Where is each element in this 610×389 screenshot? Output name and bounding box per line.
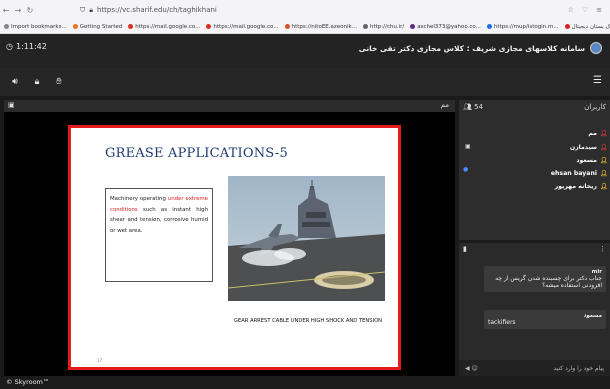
bookmark-favicon-icon (206, 24, 212, 29)
slide-text-box: Machinery operating under extreme condit… (105, 188, 213, 282)
presentation-panel: ▣ مم GREASE APPLICATIONS-5 Machinery ope… (4, 100, 455, 376)
bookmark-label: Import bookmarks... (11, 23, 67, 30)
bookmark-item[interactable]: Getting Started (72, 23, 123, 30)
chat-message: mir جناب دکتر برای چسبنده شدن گریس از چه… (484, 266, 606, 292)
speaker-icon[interactable]: 🔊︎ (8, 75, 22, 89)
bookmark-item[interactable]: https://mail.google.co... (206, 23, 279, 30)
screen: ← → ↻ ⛉ 🔒︎ https://vc.sharif.edu/ch/tagh… (0, 0, 610, 389)
user-name: مم (588, 130, 597, 137)
user-icon: 👤︎ (600, 170, 608, 177)
users-panel: 👥︎ 54 کاربران مم 👤︎ سیدمازن 👤︎ مسعود 👤︎ ehsan … (459, 100, 610, 240)
screen-share-icon: ▣ (465, 143, 471, 150)
bookmark-star-icon[interactable]: ☆ (568, 6, 574, 14)
bookmark-item[interactable]: https://mup/istogin.m... (486, 23, 559, 30)
shield-icon: ⛉ (80, 5, 86, 14)
send-icon[interactable]: ◀ ☺ (465, 365, 478, 372)
sharif-logo (590, 42, 602, 54)
bookmark-item[interactable]: قلبه - قارک بستان دیجیتال (564, 23, 610, 30)
bookmark-favicon-icon (564, 24, 570, 29)
menu-icon[interactable]: ≡ (596, 6, 602, 14)
lock-icon[interactable]: 🔒︎ (30, 75, 44, 89)
clock-icon: ◷ (6, 42, 13, 51)
timer-text: 1:11:42 (15, 42, 47, 51)
chat-text: tackifiers (488, 319, 516, 326)
user-list-item[interactable]: سیدمازن 👤︎ (569, 144, 608, 151)
user-name: مسعود (576, 157, 597, 164)
user-list-item[interactable]: مم 👤︎ (588, 130, 608, 137)
bookmark-item[interactable]: Import bookmarks... (4, 24, 67, 30)
user-icon: 👤︎ (600, 157, 608, 164)
bookmark-favicon-icon (72, 24, 78, 29)
users-header: 👥︎ 54 کاربران (459, 100, 610, 114)
user-list-item[interactable]: ehsan bayani 👤︎ (550, 170, 608, 177)
back-icon[interactable]: ← (0, 6, 12, 15)
side-panel: 👥︎ 54 کاربران مم 👤︎ سیدمازن 👤︎ مسعود 👤︎ ehsan … (459, 100, 610, 376)
app-header: ◷ 1:11:42 سامانه کلاسهای مجازی شریف : کل… (0, 34, 610, 68)
chat-text: جناب دکتر برای چسبنده شدن گریس از چه افز… (495, 275, 602, 289)
app-title-text: سامانه کلاسهای مجازی شریف : کلاس مجازی د… (358, 43, 585, 53)
presentation-header: ▣ مم (4, 100, 455, 112)
microphone-icon: ● (463, 166, 469, 173)
slide-title: GREASE APPLICATIONS-5 (105, 146, 288, 161)
url-text: https://vc.sharif.edu/ch/taghikhani (96, 6, 217, 14)
forward-icon[interactable]: → (12, 6, 24, 15)
footer: © Skyroom™ (0, 378, 610, 389)
users-count: 👥︎ 54 (463, 103, 484, 111)
user-icon: 👤︎ (600, 130, 608, 137)
slide-text: Machinery operating (110, 196, 168, 202)
bookmark-favicon-icon (4, 24, 9, 29)
chat-input[interactable]: ◀ ☺ پیام خود را وارد کنید (459, 360, 610, 376)
presenter-label: مم (440, 101, 449, 109)
pocket-icon[interactable]: ♡ (582, 6, 588, 14)
bookmark-label: https://nitoEE.azeonik... (291, 23, 357, 30)
user-icon: 👤︎ (600, 144, 608, 151)
bookmark-label: https://mail.google.co... (213, 23, 279, 30)
lock-icon: 🔒︎ (89, 5, 93, 14)
bookmark-item[interactable]: https://nitoEE.azeonik... (284, 23, 357, 30)
user-icon: 👤︎ (600, 183, 608, 190)
bookmark-favicon-icon (128, 24, 134, 29)
users-count-number: 54 (474, 103, 484, 111)
bookmark-label: http://chu.ir/ (369, 23, 405, 30)
session-timer: ◷ 1:11:42 (6, 42, 47, 51)
monitor-icon[interactable]: ▣ (8, 101, 15, 109)
reload-icon[interactable]: ↻ (24, 6, 36, 15)
slide-caption: GEAR ARREST CABLE UNDER HIGH SHOCK AND T… (233, 318, 383, 324)
address-bar[interactable]: ⛉ 🔒︎ https://vc.sharif.edu/ch/taghikhani (80, 3, 500, 17)
skyroom-brand: © Skyroom™ (6, 378, 50, 386)
bookmark-item[interactable]: aschel373@yahoo.co... (410, 24, 481, 30)
raise-hand-icon[interactable]: ✋︎ (52, 75, 66, 89)
bookmark-favicon-icon (410, 24, 416, 29)
app-title: سامانه کلاسهای مجازی شریف : کلاس مجازی د… (359, 42, 602, 54)
slide: GREASE APPLICATIONS-5 Machinery operatin… (68, 125, 401, 370)
users-title: کاربران (584, 103, 606, 111)
hamburger-menu-icon[interactable]: ☰ (593, 75, 602, 86)
user-name: ریحانه مهرپور (554, 183, 597, 190)
bookmark-favicon-icon (486, 24, 492, 29)
bookmark-item[interactable]: http://chu.ir/ (362, 23, 405, 30)
chat-menu-icon[interactable]: ⋮ (599, 245, 606, 253)
app-toolbar: 🔊︎ 🔒︎ ✋︎ ☰ (0, 68, 610, 96)
chat-header: ▮ ⋮ (459, 243, 610, 255)
bookmark-label: https://mup/istogin.m... (493, 23, 559, 30)
user-list-item[interactable]: مسعود 👤︎ (576, 157, 608, 164)
bookmark-label: https://mail.google.co... (135, 23, 201, 30)
bookmark-favicon-icon (362, 24, 368, 29)
chat-icon: ▮ (463, 245, 467, 253)
bookmark-favicon-icon (284, 24, 290, 29)
user-name: ehsan bayani (550, 170, 597, 177)
user-name: سیدمازن (569, 144, 597, 151)
bookmark-label: Getting Started (79, 23, 123, 30)
chat-input-placeholder: پیام خود را وارد کنید (553, 364, 604, 372)
bookmark-label: aschel373@yahoo.co... (417, 23, 481, 30)
slide-page-number: 17 (97, 358, 103, 363)
user-list-item[interactable]: ریحانه مهرپور 👤︎ (554, 183, 608, 190)
bookmark-label: قلبه - قارک بستان دیجیتال (571, 23, 610, 30)
bookmark-item[interactable]: https://mail.google.co... (128, 24, 200, 30)
chat-message: مسعود tackifiers (484, 310, 606, 329)
aircraft-carrier-photo (228, 176, 385, 301)
chat-panel: ▮ ⋮ mir جناب دکتر برای چسبنده شدن گریس ا… (459, 243, 610, 376)
browser-toolbar: ← → ↻ ⛉ 🔒︎ https://vc.sharif.edu/ch/tagh… (0, 0, 610, 20)
bookmarks-bar: Import bookmarks... Getting Started https:… (0, 20, 610, 34)
